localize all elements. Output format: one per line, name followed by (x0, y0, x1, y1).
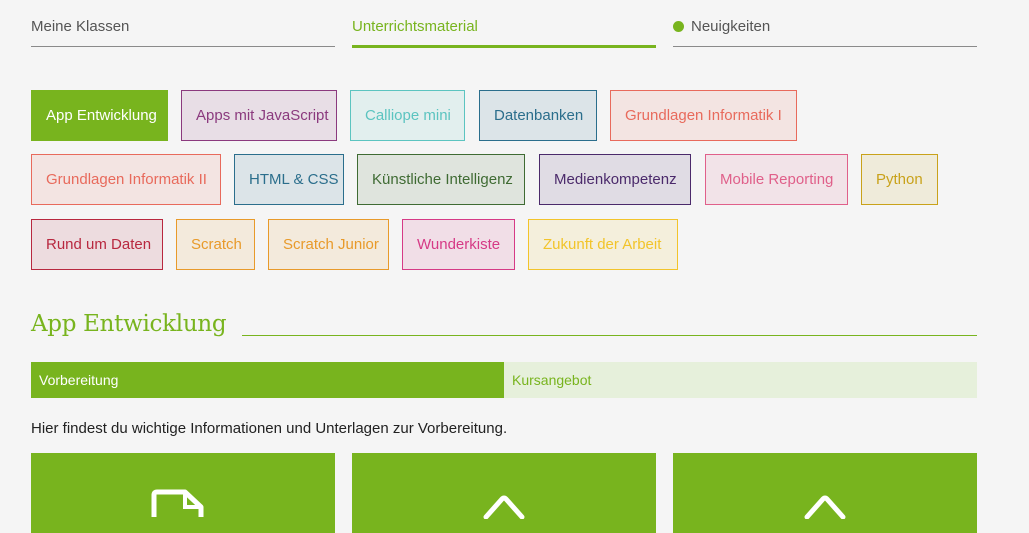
nav-tab-label: Unterrichtsmaterial (352, 18, 478, 35)
top-navigation: Meine Klassen Unterrichtsmaterial Neuigk… (31, 0, 977, 48)
intro-text: Hier findest du wichtige Informationen u… (31, 420, 508, 437)
nav-tab-unterrichtsmaterial[interactable]: Unterrichtsmaterial (352, 0, 656, 48)
course-chip-mobile-reporting[interactable]: Mobile Reporting (705, 154, 848, 205)
course-chip-label: Rund um Daten (46, 236, 152, 253)
tag-icon (483, 495, 525, 519)
nav-tab-label: Meine Klassen (31, 18, 130, 35)
course-chip-medienkompetenz[interactable]: Medienkompetenz (539, 154, 691, 205)
course-chip-apps-mit-javascript[interactable]: Apps mit JavaScript (181, 90, 337, 141)
document-icon (151, 489, 204, 517)
course-chip-label: Grundlagen Informatik I (625, 107, 782, 124)
course-chip-scratch[interactable]: Scratch (176, 219, 255, 270)
material-card[interactable] (352, 453, 656, 533)
course-chip-label: Python (876, 171, 923, 188)
course-chip-app-entwicklung[interactable]: App Entwicklung (31, 90, 168, 141)
subtab-kursangebot[interactable]: Kursangebot (504, 362, 977, 398)
course-chip-label: Apps mit JavaScript (196, 107, 329, 124)
course-chip-label: Datenbanken (494, 107, 584, 124)
course-chip-label: App Entwicklung (46, 107, 157, 124)
tag-icon (804, 495, 846, 519)
course-chip-kuenstliche-intelligenz[interactable]: Künstliche Intelligenz (357, 154, 525, 205)
material-card[interactable] (31, 453, 335, 533)
section-title: App Entwicklung (31, 311, 227, 337)
nav-tab-neuigkeiten[interactable]: Neuigkeiten (673, 0, 977, 47)
course-chip-grundlagen-informatik-i[interactable]: Grundlagen Informatik I (610, 90, 797, 141)
course-chip-label: Künstliche Intelligenz (372, 171, 513, 188)
course-chip-wunderkiste[interactable]: Wunderkiste (402, 219, 515, 270)
course-chip-label: Scratch Junior (283, 236, 379, 253)
course-chip-scratch-junior[interactable]: Scratch Junior (268, 219, 389, 270)
course-chip-label: Grundlagen Informatik II (46, 171, 207, 188)
course-chip-python[interactable]: Python (861, 154, 938, 205)
course-chip-zukunft-der-arbeit[interactable]: Zukunft der Arbeit (528, 219, 678, 270)
course-chip-calliope-mini[interactable]: Calliope mini (350, 90, 465, 141)
course-chip-label: HTML & CSS (249, 171, 339, 188)
notification-dot-icon (673, 21, 684, 32)
nav-tab-meine-klassen[interactable]: Meine Klassen (31, 0, 335, 47)
subtab-vorbereitung[interactable]: Vorbereitung (31, 362, 504, 398)
nav-tab-label: Neuigkeiten (691, 18, 771, 35)
course-chip-label: Calliope mini (365, 107, 451, 124)
course-chip-html-css[interactable]: HTML & CSS (234, 154, 344, 205)
subtab-label: Kursangebot (512, 372, 592, 388)
course-chip-label: Mobile Reporting (720, 171, 834, 188)
course-chip-label: Zukunft der Arbeit (543, 236, 662, 253)
course-chip-label: Medienkompetenz (554, 171, 677, 188)
course-chip-rund-um-daten[interactable]: Rund um Daten (31, 219, 163, 270)
course-chip-label: Scratch (191, 236, 242, 253)
course-chip-datenbanken[interactable]: Datenbanken (479, 90, 597, 141)
subtab-label: Vorbereitung (39, 372, 119, 388)
course-chip-grundlagen-informatik-ii[interactable]: Grundlagen Informatik II (31, 154, 221, 205)
section-divider (242, 335, 977, 336)
course-chip-label: Wunderkiste (417, 236, 501, 253)
material-card[interactable] (673, 453, 977, 533)
